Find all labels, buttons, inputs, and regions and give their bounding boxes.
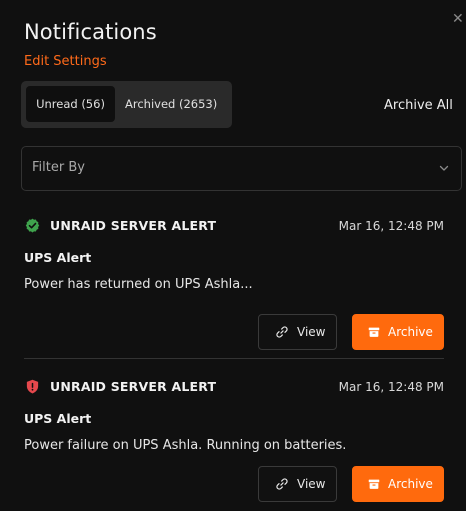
archive-box-icon [368,327,380,337]
page-title: Notifications [24,20,157,44]
timestamp: Mar 16, 12:48 PM [338,380,444,394]
archive-all-button[interactable]: Archive All [384,98,453,113]
close-icon[interactable]: ✕ [452,10,466,28]
notification-message: Power has returned on UPS Ashla... [24,277,253,292]
tab-unread[interactable]: Unread (56) [26,86,115,122]
check-circle-icon [25,218,40,233]
archive-box-icon [368,479,380,489]
notification-subject: UPS Alert [24,411,92,426]
notification-item: UNRAID SERVER ALERT Mar 16, 12:48 PM UPS… [24,217,444,357]
view-button[interactable]: View [258,314,337,350]
alert-title: UNRAID SERVER ALERT [50,379,217,394]
archive-button[interactable]: Archive [352,314,444,350]
notification-subject: UPS Alert [24,250,92,265]
notification-header: UNRAID SERVER ALERT Mar 16, 12:48 PM [24,378,444,396]
tab-archived[interactable]: Archived (2653) [125,86,217,122]
link-icon [276,326,288,338]
divider [24,358,444,359]
notifications-panel: ✕ Notifications Edit Settings Unread (56… [0,0,466,511]
edit-settings-link[interactable]: Edit Settings [24,54,107,69]
link-icon [276,478,288,490]
alert-shield-icon [26,379,39,394]
tab-bar: Unread (56) Archived (2653) [21,81,232,128]
filter-select[interactable]: Filter By [21,146,462,191]
timestamp: Mar 16, 12:48 PM [338,219,444,233]
view-button-label: View [297,325,326,339]
archive-button-label: Archive [388,325,433,339]
archive-button-label: Archive [388,477,433,491]
view-button[interactable]: View [258,466,337,502]
notification-message: Power failure on UPS Ashla. Running on b… [24,438,347,453]
alert-title: UNRAID SERVER ALERT [50,218,217,233]
view-button-label: View [297,477,326,491]
filter-label: Filter By [32,160,85,175]
archive-button[interactable]: Archive [352,466,444,502]
chevron-down-icon [439,165,449,171]
notification-header: UNRAID SERVER ALERT Mar 16, 12:48 PM [24,217,444,235]
notification-item: UNRAID SERVER ALERT Mar 16, 12:48 PM UPS… [24,378,444,511]
